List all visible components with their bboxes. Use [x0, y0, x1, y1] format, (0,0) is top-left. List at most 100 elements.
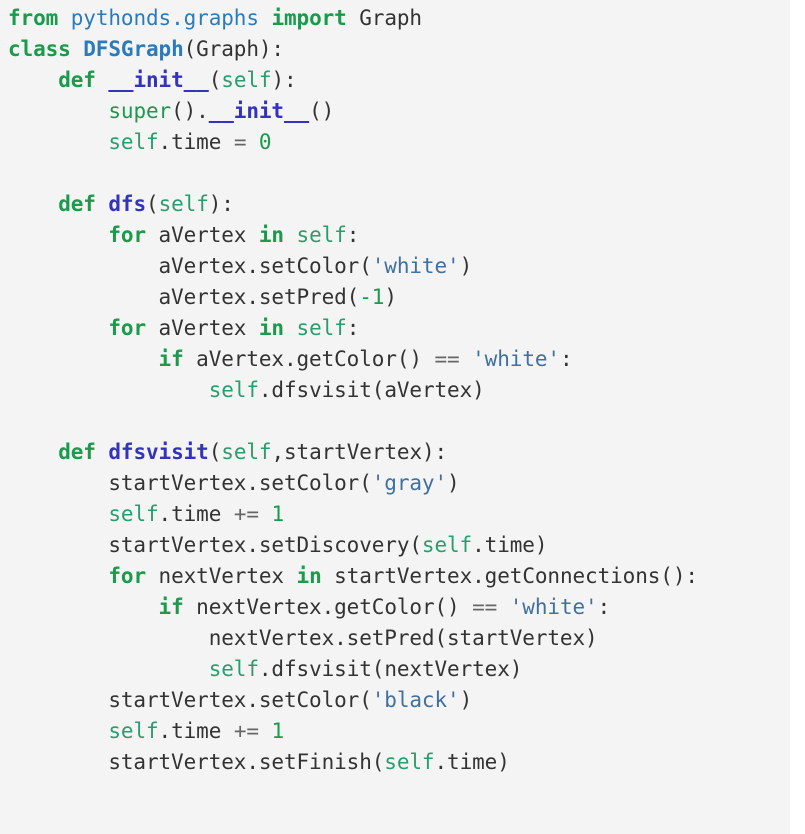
code-token: -1 [359, 285, 385, 309]
code-line: self.time += 1 [8, 716, 790, 747]
code-token: startVertex.setDiscovery( [8, 533, 422, 557]
code-token: ): [208, 192, 234, 216]
code-token: ) [459, 688, 473, 712]
code-token: dfs [108, 192, 147, 216]
code-line: for aVertex in self: [8, 313, 790, 344]
code-token: self [384, 750, 435, 774]
code-token: 'black' [371, 688, 460, 712]
code-token: 'white' [371, 254, 460, 278]
code-token: self [158, 192, 209, 216]
code-token: self [296, 316, 347, 340]
code-line: self.time += 1 [8, 499, 790, 530]
code-token: ): [271, 68, 297, 92]
code-line: self.dfsvisit(aVertex) [8, 375, 790, 406]
code-token: pythonds.graphs [70, 6, 259, 30]
code-block[interactable]: from pythonds.graphs import Graph class D… [0, 0, 790, 834]
code-token: self [108, 719, 159, 743]
code-line: startVertex.setDiscovery(self.time) [8, 530, 790, 561]
code-token: ,startVertex): [271, 440, 448, 464]
code-token: 1 [271, 502, 284, 526]
code-token: self [296, 223, 347, 247]
code-token: super [108, 99, 172, 123]
code-line: if nextVertex.getColor() == 'white': [8, 592, 790, 623]
code-token: dfsvisit [108, 440, 209, 464]
code-token: = [233, 130, 247, 154]
code-token: self [221, 68, 272, 92]
code-token: nextVertex.setPred(startVertex) [8, 626, 598, 650]
code-token: def [58, 192, 96, 216]
code-line: startVertex.setColor('gray') [8, 468, 790, 499]
code-token: __init__ [208, 99, 310, 123]
code-token: ): [258, 37, 284, 61]
code-token: aVertex.setPred( [8, 285, 360, 309]
code-token: def [58, 440, 96, 464]
code-token: 'gray' [371, 471, 448, 495]
code-token: in [296, 564, 322, 588]
code-token: : [346, 316, 360, 340]
code-token: self [208, 657, 259, 681]
code-token: aVertex.getColor() [183, 347, 435, 371]
code-token: ( [208, 68, 222, 92]
code-line: def dfs(self): [8, 189, 790, 220]
code-token: .time [158, 502, 234, 526]
code-token: += [233, 719, 259, 743]
code-token: ( [183, 37, 197, 61]
code-token: if [158, 347, 184, 371]
code-token: self [108, 130, 159, 154]
code-line: startVertex.setFinish(self.time) [8, 747, 790, 778]
code-token: += [233, 502, 259, 526]
code-token: nextVertex [146, 564, 297, 588]
code-token: ( [146, 192, 159, 216]
code-line: self.dfsvisit(nextVertex) [8, 654, 790, 685]
code-line: startVertex.setColor('black') [8, 685, 790, 716]
code-token: __init__ [108, 68, 209, 92]
code-token: .time) [472, 533, 548, 557]
code-token: 1 [271, 719, 284, 743]
code-line: for nextVertex in startVertex.getConnect… [8, 561, 790, 592]
code-token: def [58, 68, 96, 92]
code-token: startVertex.setFinish( [8, 750, 385, 774]
code-line: aVertex.setPred(-1) [8, 282, 790, 313]
code-token: self [208, 378, 259, 402]
code-token: if [158, 595, 184, 619]
code-token: == [472, 595, 498, 619]
code-token: .dfsvisit(aVertex) [258, 378, 485, 402]
code-token: : [346, 223, 360, 247]
code-token: self [108, 502, 159, 526]
code-token: aVertex.setColor( [8, 254, 372, 278]
code-token: : [559, 347, 573, 371]
code-token: : [597, 595, 611, 619]
code-line: def __init__(self): [8, 65, 790, 96]
code-token: in [258, 223, 284, 247]
code-token: DFSGraph [83, 37, 184, 61]
code-token: == [434, 347, 460, 371]
code-listing[interactable]: from pythonds.graphs import Graph class D… [8, 3, 790, 778]
code-token: ( [208, 440, 222, 464]
code-token: in [258, 316, 284, 340]
code-line: nextVertex.setPred(startVertex) [8, 623, 790, 654]
code-token: () [309, 99, 335, 123]
code-token: 'white' [472, 347, 560, 371]
code-token: Graph [359, 6, 422, 30]
